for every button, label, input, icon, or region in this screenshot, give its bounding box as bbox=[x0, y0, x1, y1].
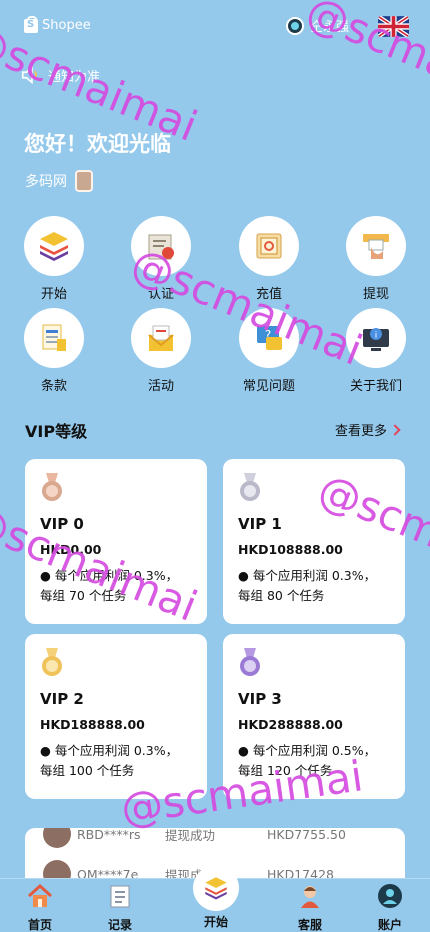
info-icon: i bbox=[363, 328, 389, 351]
medal-icon bbox=[240, 473, 260, 501]
event-icon bbox=[148, 325, 174, 351]
menu-item-faq[interactable]: ? 常见问题 bbox=[229, 308, 309, 394]
record-icon bbox=[110, 885, 130, 908]
user-avatar-icon bbox=[43, 828, 71, 848]
menu-item-deposit[interactable]: 充值 bbox=[229, 216, 309, 302]
document-icon bbox=[42, 324, 66, 351]
nav-start-button[interactable] bbox=[193, 865, 239, 911]
view-more-link[interactable]: 查看更多 bbox=[335, 420, 401, 439]
menu-item-events[interactable]: 活动 bbox=[121, 308, 201, 394]
ticker-row: RBD****rs 提现成功 HKD7755.50 bbox=[43, 828, 346, 848]
greeting-title: 您好！欢迎光临 bbox=[24, 132, 171, 156]
chevron-right-icon bbox=[389, 423, 401, 436]
vip-section-title: VIP等级 bbox=[25, 422, 88, 441]
notice-text: 通知为准 bbox=[48, 69, 101, 85]
nav-support[interactable]: 客服 bbox=[280, 883, 340, 932]
view-more-label: 查看更多 bbox=[335, 424, 388, 439]
language-switcher[interactable] bbox=[378, 16, 409, 37]
certificate-icon bbox=[148, 234, 174, 260]
menu-item-terms[interactable]: 条款 bbox=[14, 308, 94, 394]
medal-icon bbox=[42, 473, 62, 501]
bottom-nav: 首页 记录 开始 客服 账户 bbox=[0, 865, 430, 932]
site-line: 多码网 bbox=[25, 170, 93, 192]
site-name: 多码网 bbox=[25, 174, 67, 190]
safe-icon bbox=[256, 233, 282, 259]
withdraw-icon bbox=[363, 234, 389, 259]
brand-logo: Shopee bbox=[24, 15, 91, 33]
site-badge-icon bbox=[75, 170, 93, 192]
medal-icon bbox=[42, 648, 62, 676]
menu-item-about[interactable]: i 关于我们 bbox=[336, 308, 416, 394]
nav-records[interactable]: 记录 bbox=[90, 883, 150, 932]
user-profile[interactable]: 仝永强 bbox=[286, 16, 349, 35]
medal-icon bbox=[240, 648, 260, 676]
top-bar: Shopee 仝永强 bbox=[0, 0, 430, 56]
menu-item-start[interactable]: 开始 bbox=[14, 216, 94, 302]
support-icon bbox=[301, 886, 319, 908]
uk-flag-icon bbox=[378, 16, 409, 37]
nav-start-label[interactable]: 开始 bbox=[186, 913, 246, 930]
stack-icon bbox=[40, 232, 68, 261]
shopping-bag-icon bbox=[24, 15, 38, 33]
svg-text:i: i bbox=[375, 331, 378, 341]
speaker-icon bbox=[21, 65, 37, 85]
faq-icon: ? bbox=[257, 326, 282, 350]
nav-account[interactable]: 账户 bbox=[360, 883, 420, 932]
user-avatar-icon bbox=[286, 16, 304, 35]
stack-icon bbox=[205, 877, 227, 900]
notice-bar[interactable]: 通知为准 bbox=[20, 64, 100, 86]
home-icon bbox=[27, 883, 53, 907]
account-icon bbox=[378, 884, 402, 908]
vip-card[interactable]: VIP 0 HKD0.00 ● 每个应用利润 0.3%， 每组 70 个任务 bbox=[25, 459, 207, 624]
vip-card[interactable]: VIP 1 HKD108888.00 ● 每个应用利润 0.3%， 每组 80 个… bbox=[223, 459, 405, 624]
menu-item-withdraw[interactable]: 提现 bbox=[336, 216, 416, 302]
brand-name: Shopee bbox=[42, 18, 91, 33]
menu-item-verify[interactable]: 认证 bbox=[121, 216, 201, 302]
user-name: 仝永强 bbox=[310, 20, 350, 35]
vip-card[interactable]: VIP 3 HKD288888.00 ● 每个应用利润 0.5%， 每组 120 … bbox=[223, 634, 405, 799]
vip-card[interactable]: VIP 2 HKD188888.00 ● 每个应用利润 0.3%， 每组 100 … bbox=[25, 634, 207, 799]
nav-home[interactable]: 首页 bbox=[10, 883, 70, 932]
